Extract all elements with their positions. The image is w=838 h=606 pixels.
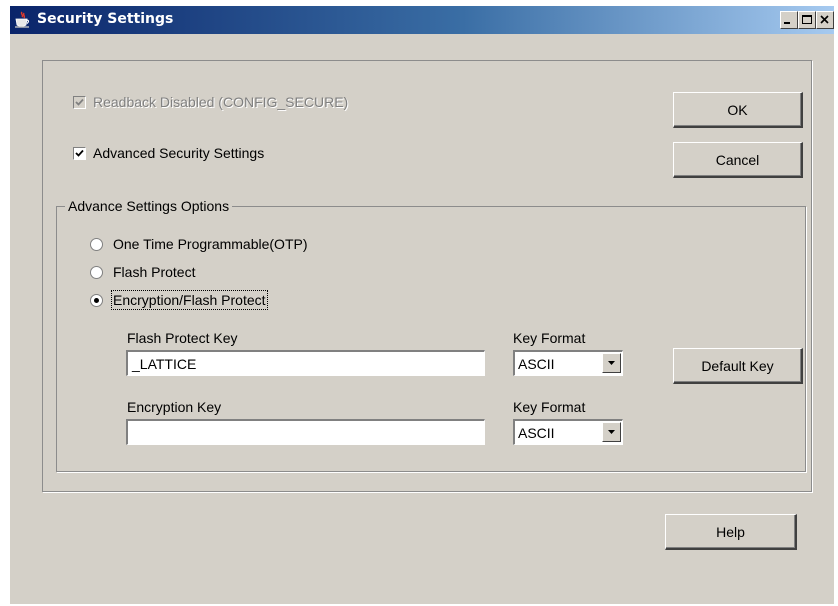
minimize-button[interactable] xyxy=(780,11,798,29)
radio-unselected-icon xyxy=(90,265,103,279)
encryption-key-input[interactable] xyxy=(126,419,485,445)
readback-disabled-label: Readback Disabled (CONFIG_SECURE) xyxy=(93,94,349,110)
radio-encryption-flash-protect[interactable]: Encryption/Flash Protect xyxy=(90,290,268,310)
advance-settings-title: Advance Settings Options xyxy=(65,198,233,214)
checkbox-checked-icon xyxy=(73,95,86,109)
flash-key-format-select[interactable]: ASCII xyxy=(513,350,623,376)
readback-disabled-checkbox[interactable]: Readback Disabled (CONFIG_SECURE) xyxy=(73,94,348,110)
encryption-key-format-select[interactable]: ASCII xyxy=(513,419,623,445)
flash-protect-key-input[interactable]: _LATTICE xyxy=(126,350,485,376)
cancel-button[interactable]: Cancel xyxy=(673,142,803,178)
radio-otp-label: One Time Programmable(OTP) xyxy=(113,236,308,252)
close-button[interactable] xyxy=(816,11,834,29)
help-button[interactable]: Help xyxy=(665,514,797,550)
default-key-button[interactable]: Default Key xyxy=(673,348,803,384)
chevron-down-icon[interactable] xyxy=(602,353,621,373)
title-bar[interactable]: Security Settings xyxy=(10,6,834,34)
advanced-security-label: Advanced Security Settings xyxy=(93,145,265,161)
checkbox-checked-icon xyxy=(73,146,86,160)
advanced-security-checkbox[interactable]: Advanced Security Settings xyxy=(73,145,264,161)
flash-key-format-value: ASCII xyxy=(518,356,555,372)
encryption-key-label: Encryption Key xyxy=(127,399,222,415)
radio-flash-protect[interactable]: Flash Protect xyxy=(90,264,195,280)
radio-unselected-icon xyxy=(90,237,103,251)
key-format-label: Key Format xyxy=(513,399,586,415)
chevron-down-icon[interactable] xyxy=(602,422,621,442)
radio-flash-protect-label: Flash Protect xyxy=(113,264,196,280)
flash-protect-key-label: Flash Protect Key xyxy=(127,330,238,346)
radio-encryption-flash-protect-label: Encryption/Flash Protect xyxy=(111,290,268,310)
maximize-button[interactable] xyxy=(798,11,816,29)
radio-selected-icon xyxy=(90,293,103,307)
ok-button[interactable]: OK xyxy=(673,92,803,128)
java-cup-icon xyxy=(13,11,31,29)
key-format-label: Key Format xyxy=(513,330,586,346)
window-title: Security Settings xyxy=(37,11,174,27)
radio-otp[interactable]: One Time Programmable(OTP) xyxy=(90,236,308,252)
encryption-key-format-value: ASCII xyxy=(518,425,555,441)
security-settings-dialog: Security Settings Readback Disabled (CON… xyxy=(10,6,834,604)
